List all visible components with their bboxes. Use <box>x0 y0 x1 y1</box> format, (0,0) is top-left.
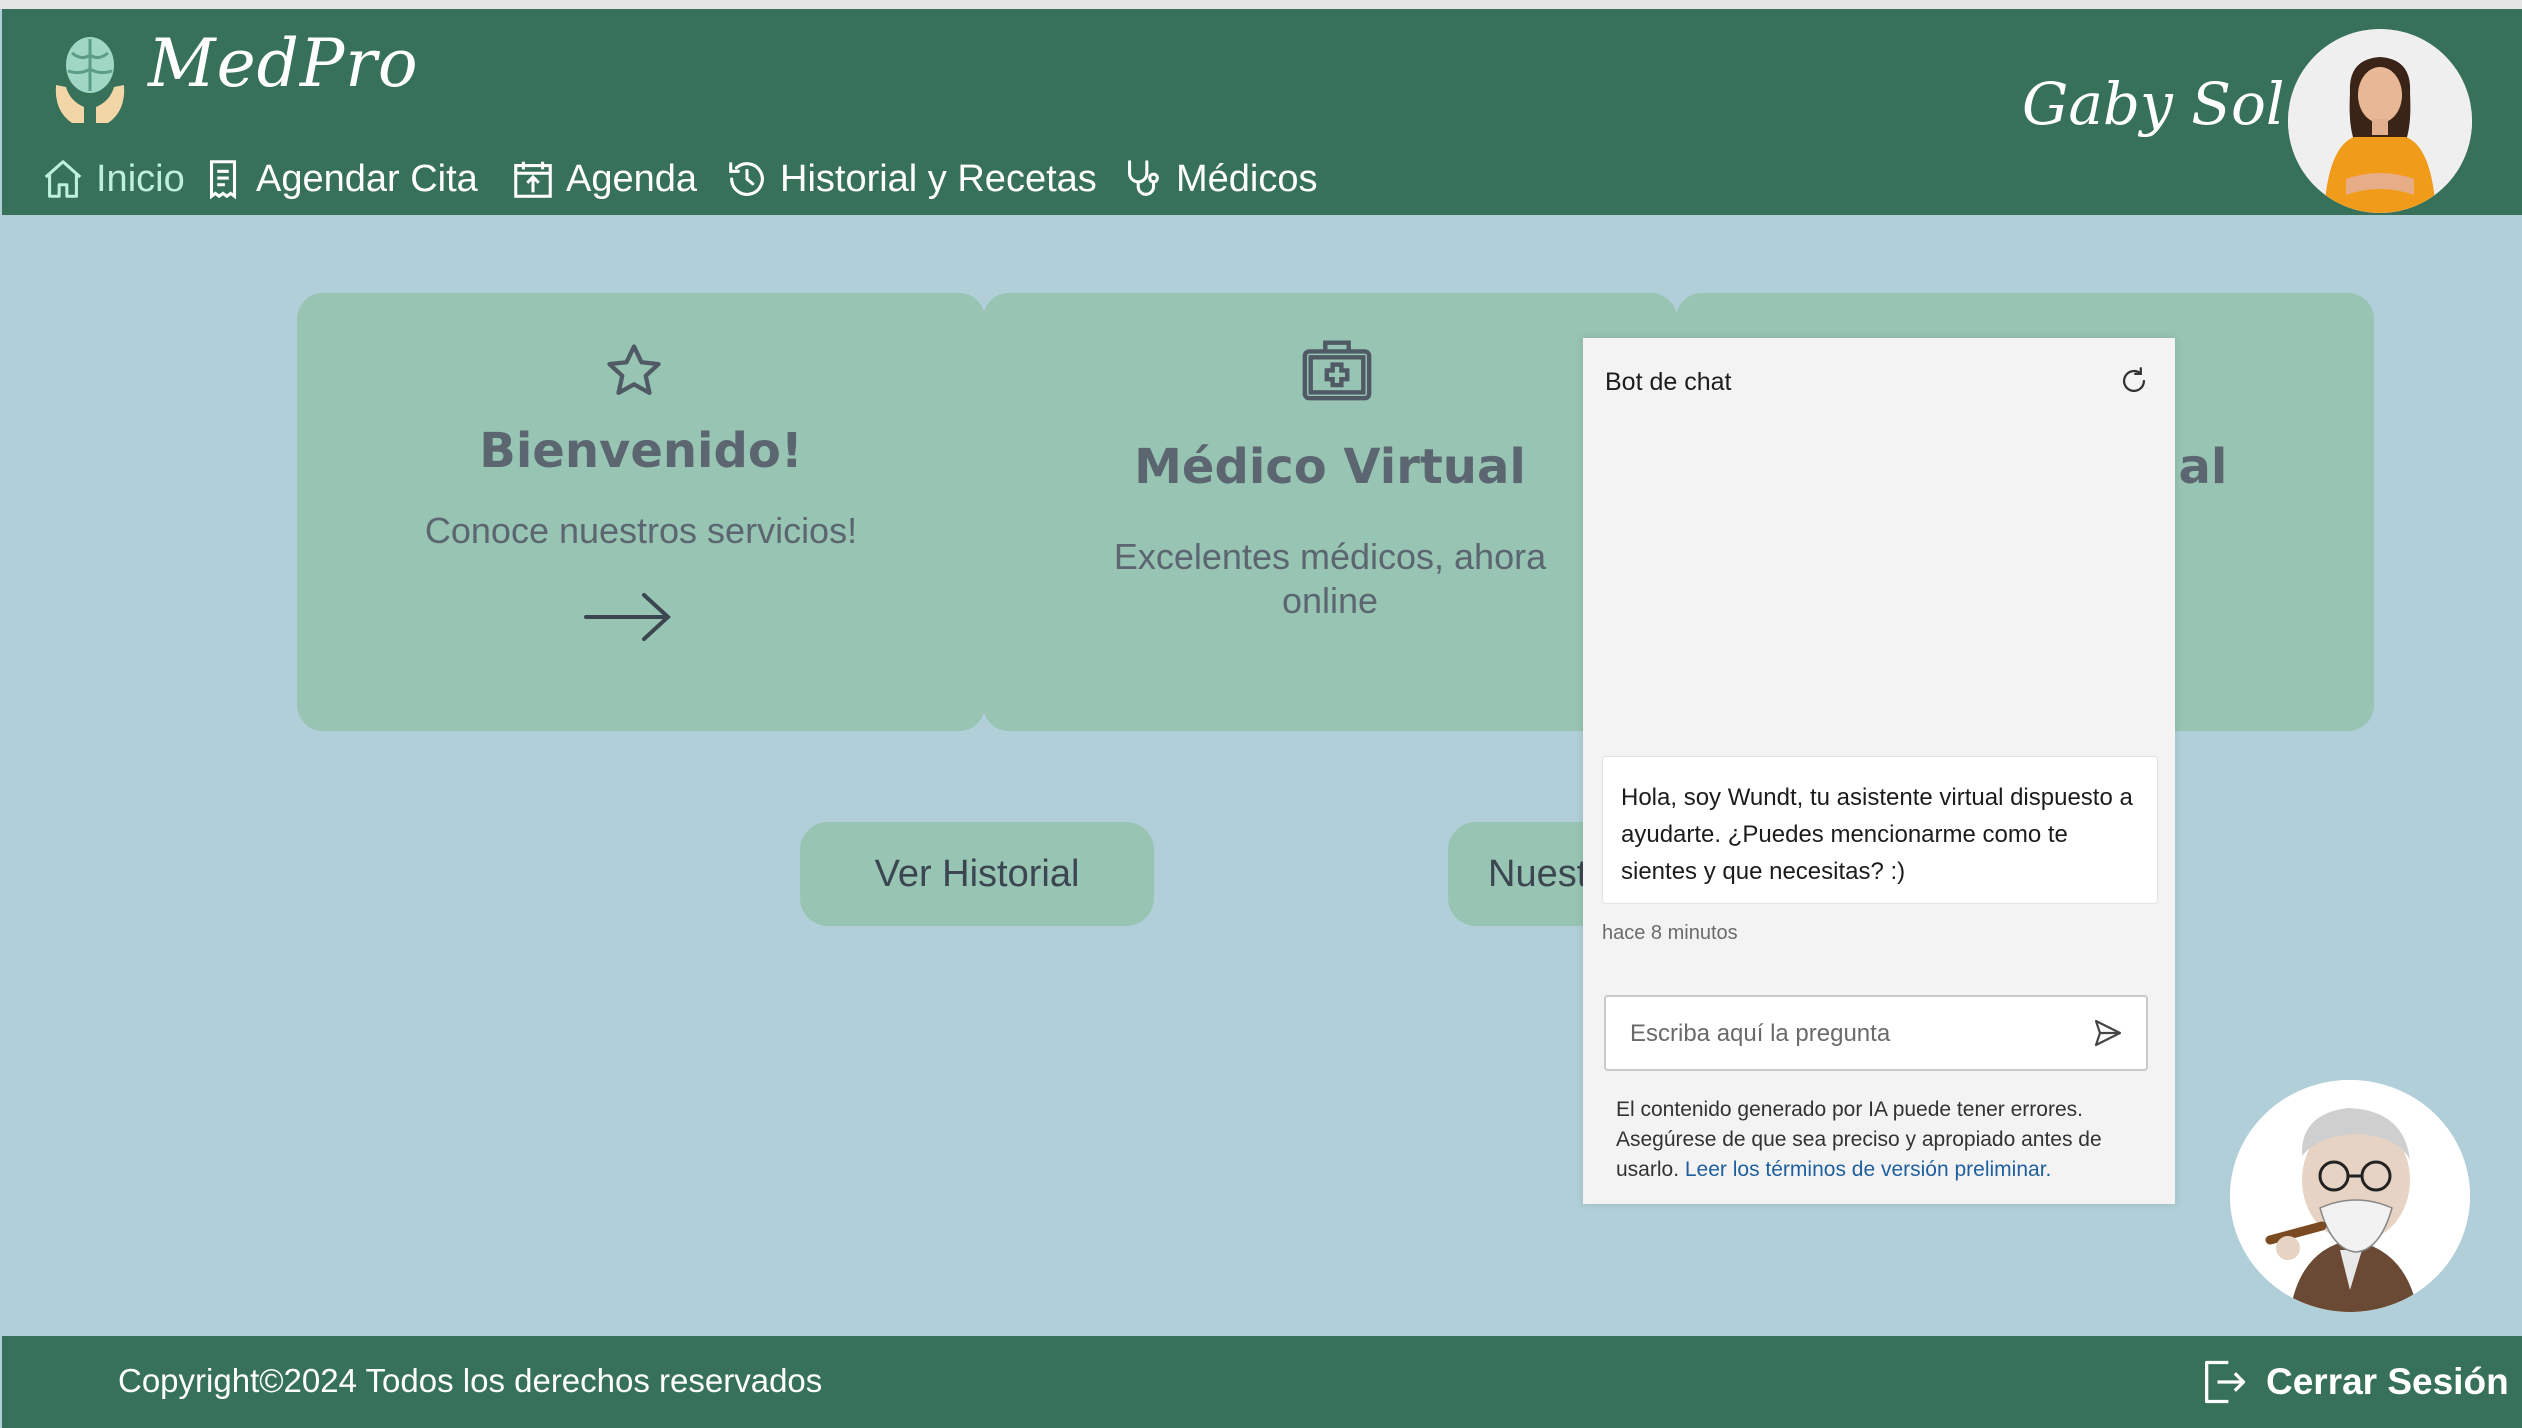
stethoscope-icon <box>1128 160 1159 196</box>
card-title: Médico Virtual <box>1134 439 1526 495</box>
card-text: Conoce nuestros servicios! <box>424 510 858 551</box>
nav-item-historial-recetas[interactable]: Historial y Recetas <box>724 149 1097 209</box>
calendar-icon <box>514 161 552 198</box>
nav-label-historial-recetas: Historial y Recetas <box>780 157 1097 200</box>
message-timestamp: hace 8 minutos <box>1602 922 1738 944</box>
app-header: MedPro Inicio Agendar Cita Agenda Histor… <box>2 9 2522 215</box>
document-icon <box>209 160 237 200</box>
nav-item-medicos[interactable]: Médicos <box>1120 149 1318 209</box>
refresh-icon[interactable] <box>2117 364 2151 398</box>
user-name: Gaby Sol <box>2022 70 2285 138</box>
user-avatar[interactable] <box>2288 29 2472 213</box>
window-top-strip <box>0 0 2522 9</box>
chatbot-avatar[interactable] <box>2230 1080 2470 1312</box>
send-icon[interactable] <box>2092 1017 2124 1049</box>
arrow-right-icon[interactable] <box>582 589 674 645</box>
logout-icon <box>2205 1360 2246 1404</box>
preview-terms-link[interactable]: Leer los términos de versión preliminar. <box>1685 1158 2052 1181</box>
app-footer: Copyright©2024 Todos los derechos reserv… <box>2 1336 2522 1428</box>
home-icon <box>44 160 82 198</box>
chat-title: Bot de chat <box>1605 368 1732 396</box>
user-portrait-image <box>2288 29 2472 213</box>
nav-label-inicio: Inicio <box>96 157 185 200</box>
nav-label-agenda: Agenda <box>566 157 698 200</box>
view-history-button[interactable]: Ver Historial <box>800 822 1154 926</box>
logout-label: Cerrar Sesión <box>2266 1361 2509 1402</box>
chatbot-panel: Bot de chat Hola, soy Wundt, tu asistent… <box>1583 338 2175 1204</box>
brand-name: MedPro <box>148 25 419 102</box>
logout-button[interactable]: Cerrar Sesión <box>2198 1352 2509 1412</box>
bot-message: Hola, soy Wundt, tu asistente virtual di… <box>1602 756 2158 904</box>
nav-item-agenda[interactable]: Agenda <box>510 149 697 209</box>
brain-hands-logo-icon <box>55 37 125 123</box>
chat-input-box <box>1604 995 2148 1071</box>
star-icon <box>607 344 661 395</box>
nav-label-agendar-cita: Agendar Cita <box>256 157 478 200</box>
nav-item-inicio[interactable]: Inicio <box>40 149 185 209</box>
card-text: Excelentes médicos, ahora online <box>1113 536 1547 621</box>
copyright-text: Copyright©2024 Todos los derechos reserv… <box>118 1362 823 1399</box>
nav-label-medicos: Médicos <box>1176 157 1318 200</box>
bot-caricature-image <box>2230 1080 2470 1312</box>
medical-kit-icon <box>1302 340 1372 401</box>
nav-item-agendar-cita[interactable]: Agendar Cita <box>200 149 478 209</box>
history-icon <box>729 162 764 196</box>
chat-input[interactable] <box>1628 997 2072 1071</box>
ai-disclaimer: El contenido generado por IA puede tener… <box>1616 1095 2156 1185</box>
card-title: Bienvenido! <box>479 423 803 479</box>
card-virtual-doctor[interactable]: Médico Virtual Excelentes médicos, ahora… <box>983 293 1677 731</box>
card-welcome[interactable]: Bienvenido! Conoce nuestros servicios! <box>297 293 985 731</box>
